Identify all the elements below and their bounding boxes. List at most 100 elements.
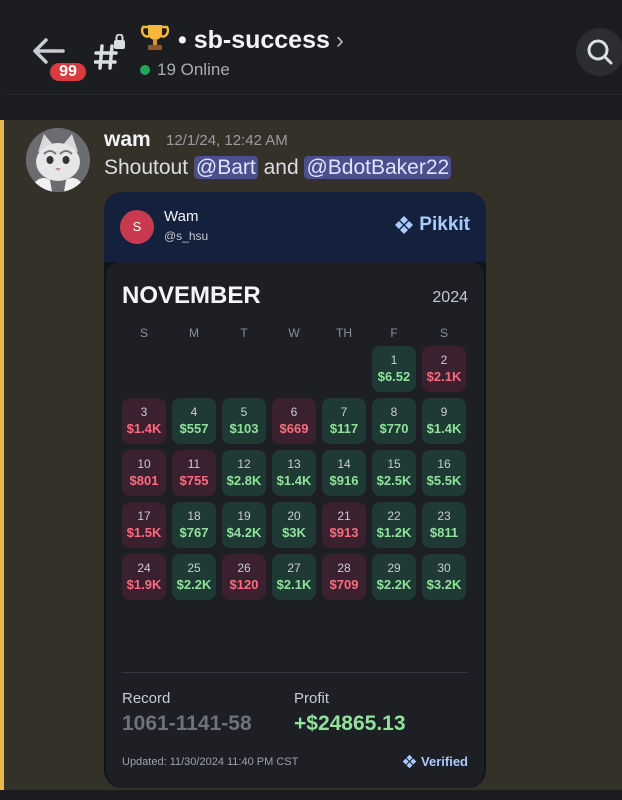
header-divider <box>8 94 622 95</box>
verified-text: Verified <box>421 754 468 769</box>
day-amount: $913 <box>329 525 359 540</box>
day-number: 10 <box>137 457 151 471</box>
day-number: 19 <box>237 509 251 523</box>
message-text-prefix: Shoutout <box>104 156 194 179</box>
trophy-icon <box>140 25 170 50</box>
day-amount: $2.1K <box>426 369 462 384</box>
online-dot-icon <box>140 65 150 75</box>
weekday-label: F <box>390 326 398 340</box>
calendar-day-6: 6 $669 <box>272 398 316 444</box>
day-amount: $5.5K <box>426 473 462 488</box>
chevron-right-icon: › <box>335 27 344 54</box>
search-button[interactable] <box>576 28 622 76</box>
calendar-day-18: 18 $767 <box>172 502 216 548</box>
day-number: 25 <box>187 561 201 575</box>
calendar-year: 2024 <box>432 289 468 306</box>
day-amount: $103 <box>229 421 259 436</box>
weekday-label: W <box>288 326 300 340</box>
avatar[interactable] <box>26 128 90 192</box>
card-user-name: Wam <box>164 208 199 225</box>
day-number: 6 <box>290 405 298 419</box>
message-author[interactable]: wam <box>104 128 151 152</box>
card-header: S Wam @s_hsu Pikkit <box>104 192 486 262</box>
mention-bart[interactable]: @Bart <box>193 156 258 179</box>
calendar-month: NOVEMBER <box>122 282 261 309</box>
day-amount: $2.2K <box>376 577 412 592</box>
calendar-day-2: 2 $2.1K <box>422 346 466 392</box>
pikkit-calendar-image[interactable]: S Wam @s_hsu Pikkit NOVEMBER 2024 S M T W TH… <box>104 192 486 788</box>
calendar-day-29: 29 $2.2K <box>372 554 416 600</box>
weekday-header: S M T W TH F S <box>122 326 468 342</box>
calendar-day-24: 24 $1.9K <box>122 554 166 600</box>
day-number: 7 <box>340 405 348 419</box>
calendar-day-28: 28 $709 <box>322 554 366 600</box>
pikkit-logo-icon <box>402 754 417 769</box>
calendar-day-10: 10 $801 <box>122 450 166 496</box>
calendar-day-8: 8 $770 <box>372 398 416 444</box>
day-number: 24 <box>137 561 151 575</box>
calendar-day-17: 17 $1.5K <box>122 502 166 548</box>
day-amount: $755 <box>179 473 209 488</box>
day-amount: $916 <box>329 473 359 488</box>
day-amount: $3K <box>282 525 306 540</box>
record-label: Record <box>122 690 171 707</box>
highlighted-message[interactable]: wam 12/1/24, 12:42 AM Shoutout @Bart and… <box>0 120 622 790</box>
updated-timestamp: Updated: 11/30/2024 11:40 PM CST <box>122 756 299 768</box>
channel-title[interactable]: • sb-success › <box>140 22 344 55</box>
calendar-day-13: 13 $1.4K <box>272 450 316 496</box>
day-amount: $1.5K <box>126 525 162 540</box>
card-user-avatar: S <box>120 210 154 244</box>
calendar-day-12: 12 $2.8K <box>222 450 266 496</box>
calendar-day-23: 23 $811 <box>422 502 466 548</box>
day-amount: $4.2K <box>226 525 262 540</box>
day-number: 18 <box>187 509 201 523</box>
calendar-day-30: 30 $3.2K <box>422 554 466 600</box>
calendar-day-21: 21 $913 <box>322 502 366 548</box>
calendar-day-4: 4 $557 <box>172 398 216 444</box>
calendar-day-11: 11 $755 <box>172 450 216 496</box>
weekday-label: TH <box>336 326 352 340</box>
pikkit-logo-icon <box>395 216 414 234</box>
day-amount: $1.2K <box>376 525 412 540</box>
calendar-day-20: 20 $3K <box>272 502 316 548</box>
pikkit-brand-text: Pikkit <box>419 214 470 235</box>
weekday-label: T <box>240 326 248 340</box>
calendar-day-7: 7 $117 <box>322 398 366 444</box>
locked-channel-hash-icon <box>94 34 125 70</box>
unread-badge: 99 <box>47 60 89 84</box>
weekday-label: M <box>189 326 199 340</box>
verified-badge: Verified <box>402 754 468 769</box>
mention-bdotbaker22[interactable]: @BdotBaker22 <box>304 156 452 179</box>
day-amount: $3.2K <box>426 577 462 592</box>
day-number: 16 <box>437 457 451 471</box>
calendar-day-27: 27 $2.1K <box>272 554 316 600</box>
channel-name-text: • sb-success <box>178 26 330 54</box>
calendar-day-3: 3 $1.4K <box>122 398 166 444</box>
pikkit-brand: Pikkit <box>394 214 470 236</box>
day-number: 8 <box>390 405 398 419</box>
day-number: 2 <box>440 353 448 367</box>
weekday-label: S <box>439 326 448 340</box>
search-icon <box>587 39 613 65</box>
day-amount: $669 <box>279 421 309 436</box>
day-amount: $1.4K <box>126 421 162 436</box>
day-amount: $2.5K <box>376 473 412 488</box>
day-amount: $1.9K <box>126 577 162 592</box>
message-text-middle: and <box>257 156 305 179</box>
day-number: 3 <box>140 405 148 419</box>
day-number: 26 <box>237 561 251 575</box>
day-number: 15 <box>387 457 401 471</box>
day-number: 21 <box>337 509 351 523</box>
calendar-day-5: 5 $103 <box>222 398 266 444</box>
calendar-day-19: 19 $4.2K <box>222 502 266 548</box>
day-number: 17 <box>137 509 151 523</box>
calendar-day-15: 15 $2.5K <box>372 450 416 496</box>
day-number: 12 <box>237 457 251 471</box>
day-number: 9 <box>440 405 448 419</box>
day-amount: $557 <box>179 421 209 436</box>
calendar-panel: NOVEMBER 2024 S M T W TH F S 1 $6.52 2 $2.1K 3 $1.4… <box>106 262 484 788</box>
calendar-day-16: 16 $5.5K <box>422 450 466 496</box>
calendar-day-26: 26 $120 <box>222 554 266 600</box>
channel-header: 99 • sb-success › 19 Online <box>0 0 622 94</box>
day-number: 28 <box>337 561 351 575</box>
